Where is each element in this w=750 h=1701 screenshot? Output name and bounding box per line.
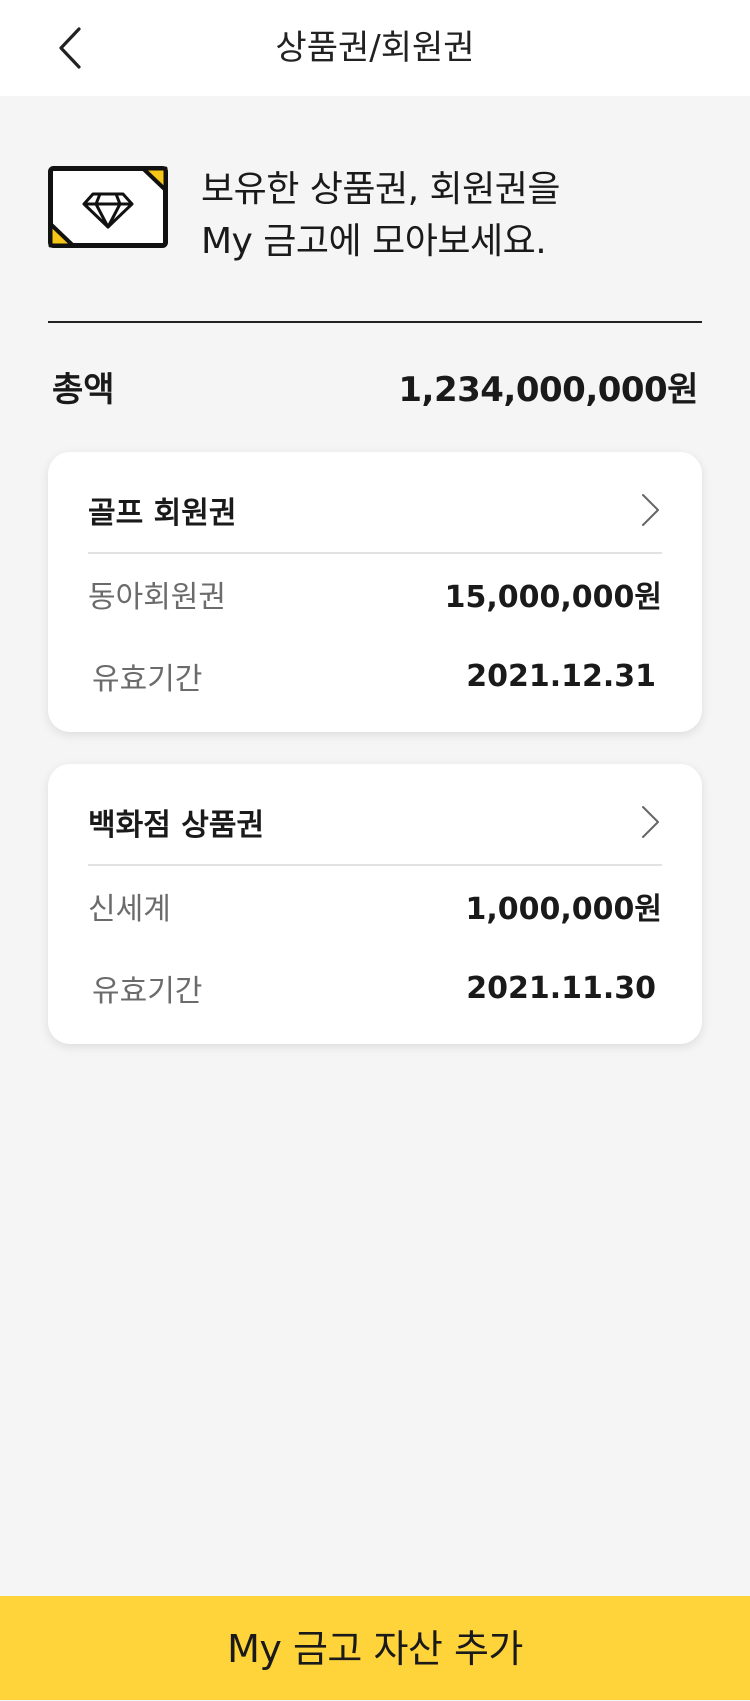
total-row: 총액 1,234,000,000원 <box>52 358 698 414</box>
item-name: 신세계 <box>88 892 171 927</box>
asset-card-department-store-voucher[interactable]: 백화점 상품권 신세계 1,000,000원 유효기간 2021.11.30 <box>48 764 702 1044</box>
card-expiry-row: 유효기간 2021.12.31 <box>88 652 662 700</box>
intro-banner: 보유한 상품권, 회원권을 My 금고에 모아보세요. <box>48 164 708 264</box>
chevron-right-icon <box>642 806 659 838</box>
page-title: 상품권/회원권 <box>275 28 475 68</box>
expiry-date: 2021.12.31 <box>466 658 656 694</box>
diamond-ticket-icon <box>48 166 168 248</box>
card-header[interactable]: 골프 회원권 <box>88 482 662 538</box>
card-divider <box>88 552 662 554</box>
item-name: 동아회원권 <box>88 580 226 615</box>
intro-text: 보유한 상품권, 회원권을 My 금고에 모아보세요. <box>201 164 561 268</box>
asset-card-golf-membership[interactable]: 골프 회원권 동아회원권 15,000,000원 유효기간 2021.12.31 <box>48 452 702 732</box>
card-expiry-row: 유효기간 2021.11.30 <box>88 964 662 1012</box>
add-asset-button[interactable]: My 금고 자산 추가 <box>0 1596 750 1700</box>
card-amount-row: 신세계 1,000,000원 <box>88 882 662 930</box>
card-header[interactable]: 백화점 상품권 <box>88 794 662 850</box>
expiry-label: 유효기간 <box>92 662 203 697</box>
total-label: 총액 <box>52 369 115 410</box>
top-bar: 상품권/회원권 <box>0 0 750 96</box>
chevron-right-icon <box>642 494 659 526</box>
card-title: 골프 회원권 <box>88 496 237 531</box>
item-amount: 15,000,000원 <box>444 580 662 615</box>
intro-line-2: My 금고에 모아보세요. <box>201 221 547 262</box>
intro-line-1: 보유한 상품권, 회원권을 <box>201 169 561 210</box>
card-title: 백화점 상품권 <box>88 808 265 843</box>
total-value: 1,234,000,000원 <box>398 369 698 410</box>
expiry-date: 2021.11.30 <box>466 970 656 1006</box>
card-amount-row: 동아회원권 15,000,000원 <box>88 570 662 618</box>
expiry-label: 유효기간 <box>92 974 203 1009</box>
item-amount: 1,000,000원 <box>465 892 662 927</box>
card-divider <box>88 864 662 866</box>
divider <box>48 321 702 323</box>
